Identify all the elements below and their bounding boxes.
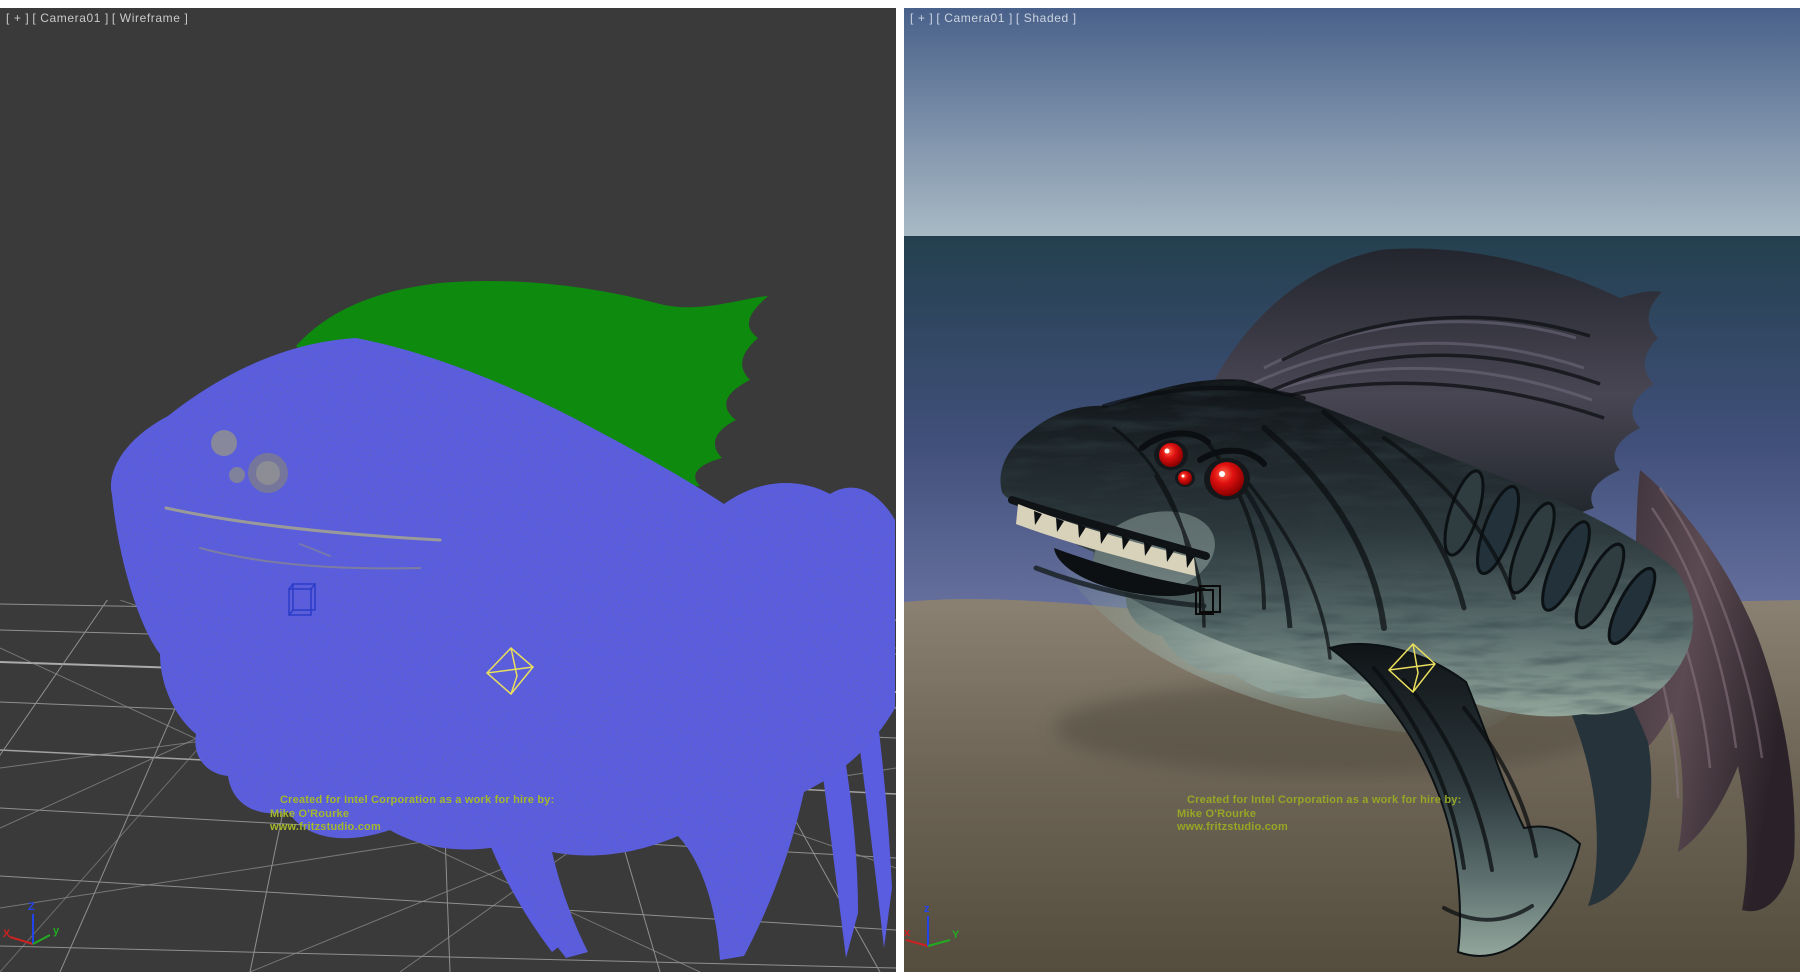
axis-y-label: Y <box>952 929 960 941</box>
fish-body-wireframe[interactable] <box>111 338 895 960</box>
axis-z-label: Z <box>28 901 35 913</box>
viewport-menu-expand[interactable]: [ + ] <box>6 11 29 25</box>
eye-small-upper <box>1159 443 1183 467</box>
viewport-label-right: [ + ][ Camera01 ][ Shaded ] <box>910 11 1080 25</box>
viewport-menu-shading[interactable]: [ Wireframe ] <box>112 11 188 25</box>
viewport-menu-camera[interactable]: [ Camera01 ] <box>32 11 109 25</box>
viewport-menu-expand[interactable]: [ + ] <box>910 11 933 25</box>
viewport-menu-camera[interactable]: [ Camera01 ] <box>936 11 1013 25</box>
axis-x-label: X <box>3 928 11 940</box>
credit-line: Mike O'Rourke <box>270 808 554 822</box>
eye-small-mid <box>1178 471 1192 485</box>
sky-background <box>904 8 1800 236</box>
viewport-shaded[interactable]: [ + ][ Camera01 ][ Shaded ] <box>904 8 1800 972</box>
credit-line: Mike O'Rourke <box>1177 808 1461 822</box>
axis-z-label: z <box>924 903 930 915</box>
viewport-label-left: [ + ][ Camera01 ][ Wireframe ] <box>6 11 191 25</box>
axis-y-label: y <box>53 925 60 937</box>
axis-x-label: x <box>904 927 911 939</box>
credit-line: Created for Intel Corporation as a work … <box>280 794 554 808</box>
credit-line: Created for Intel Corporation as a work … <box>1187 794 1461 808</box>
viewport-wireframe[interactable]: [ + ][ Camera01 ][ Wireframe ] <box>0 8 896 972</box>
credit-text: Created for Intel Corporation as a work … <box>270 794 554 835</box>
viewport-menu-shading[interactable]: [ Shaded ] <box>1016 11 1077 25</box>
credit-line: www.fritzstudio.com <box>1177 821 1461 835</box>
eye-large <box>1210 462 1244 496</box>
credit-text: Created for Intel Corporation as a work … <box>1177 794 1461 835</box>
viewport-divider <box>896 0 904 978</box>
dual-viewport-canvas: [ + ][ Camera01 ][ Wireframe ] <box>0 0 1800 978</box>
axis-tripod: X Z y <box>3 901 60 944</box>
credit-line: www.fritzstudio.com <box>270 821 554 835</box>
